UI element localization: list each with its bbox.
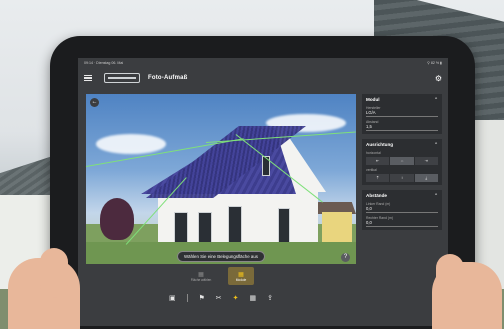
app-title: Foto-Aufmaß: [148, 75, 188, 81]
collapse-icon[interactable]: ⌃: [434, 193, 438, 199]
ausrichtung-title: Ausrichtung: [366, 142, 394, 147]
collapse-icon[interactable]: ⌃: [434, 97, 438, 103]
tree: [100, 198, 134, 240]
vertikal-label: vertikal: [366, 168, 377, 172]
modul-card: Modul ⌃ Hersteller LG/A Abstand 1,5: [362, 94, 442, 134]
horizontal-label: horizontal: [366, 151, 381, 155]
window: [198, 212, 212, 244]
align-right-icon[interactable]: ⇥: [414, 157, 438, 165]
modul-hersteller-field[interactable]: LG/A: [366, 110, 438, 117]
app-screen: 09:14 · Dienstag 06. Mai ⚲ 82 % ▮ Foto-A…: [78, 58, 448, 326]
left-thumb: [40, 248, 68, 298]
menu-icon[interactable]: [84, 75, 92, 81]
photo-canvas[interactable]: ← Wählen Sie eine Belegungsfläche aus ?: [86, 94, 356, 264]
modul-title: Modul: [366, 97, 380, 102]
mode-label: Fläche wählen: [190, 277, 212, 282]
vertical-toggle: ⤒ ↕ ⤓: [366, 174, 438, 182]
grid-icon[interactable]: ▦: [249, 294, 256, 302]
settings-panel: Modul ⌃ Hersteller LG/A Abstand 1,5 Ausri…: [362, 94, 442, 324]
collapse-icon[interactable]: ⌃: [434, 142, 438, 148]
ausrichtung-card: Ausrichtung ⌃ horizontal ⇤ ⇔ ⇥ vertikal ⤒…: [362, 139, 442, 185]
photo-icon[interactable]: ▣: [169, 294, 176, 302]
mode-label: Module: [235, 277, 247, 282]
abstaende-card: Abstände ⌃ Linker Rand (m) 0,0 Rechter Ra…: [362, 190, 442, 230]
mode-select-area[interactable]: ▦ Fläche wählen: [188, 267, 214, 285]
area-icon: ▦: [198, 271, 204, 278]
window: [174, 212, 188, 244]
align-bottom-icon[interactable]: ⤓: [414, 174, 438, 182]
linker-rand-field[interactable]: 0,0: [366, 206, 438, 213]
mode-bar: ▦ Fläche wählen ▦ Module: [86, 266, 356, 286]
align-middle-icon[interactable]: ↕: [390, 174, 414, 182]
place-modules-icon[interactable]: ✦: [233, 294, 239, 302]
status-icons: ⚲ 82 % ▮: [427, 61, 442, 65]
status-time: 09:14 · Dienstag 06. Mai: [84, 61, 124, 65]
settings-gear-icon[interactable]: ⚙: [435, 74, 442, 83]
window: [278, 208, 290, 244]
align-left-icon[interactable]: ⇤: [366, 157, 390, 165]
rechter-rand-field[interactable]: 0,0: [366, 220, 438, 227]
app-bar: Foto-Aufmaß ⚙: [78, 68, 448, 88]
bottom-toolbar: ▣ ⚑ ✂ ✦ ▦ ⇪: [86, 290, 356, 306]
toolbar-divider: [186, 294, 188, 302]
right-thumb: [436, 254, 464, 304]
marker-icon[interactable]: ⚑: [198, 294, 204, 302]
help-icon[interactable]: ?: [341, 253, 350, 262]
align-top-icon[interactable]: ⤒: [366, 174, 390, 182]
cut-icon[interactable]: ✂: [216, 294, 222, 302]
cloud: [96, 134, 166, 154]
back-arrow-icon[interactable]: ←: [90, 98, 99, 107]
brand-logo: [104, 73, 140, 83]
status-bar: 09:14 · Dienstag 06. Mai ⚲ 82 % ▮: [78, 58, 448, 68]
export-icon[interactable]: ⇪: [267, 294, 273, 302]
selection-hint: Wählen Sie eine Belegungsfläche aus: [177, 251, 265, 262]
mode-modules[interactable]: ▦ Module: [228, 267, 254, 285]
window: [228, 206, 242, 244]
align-center-icon[interactable]: ⇔: [390, 157, 414, 165]
horizontal-toggle: ⇤ ⇔ ⇥: [366, 157, 438, 165]
modul-abstand-field[interactable]: 1,5: [366, 124, 438, 131]
abstaende-title: Abstände: [366, 193, 387, 198]
modules-icon: ▦: [238, 271, 244, 278]
